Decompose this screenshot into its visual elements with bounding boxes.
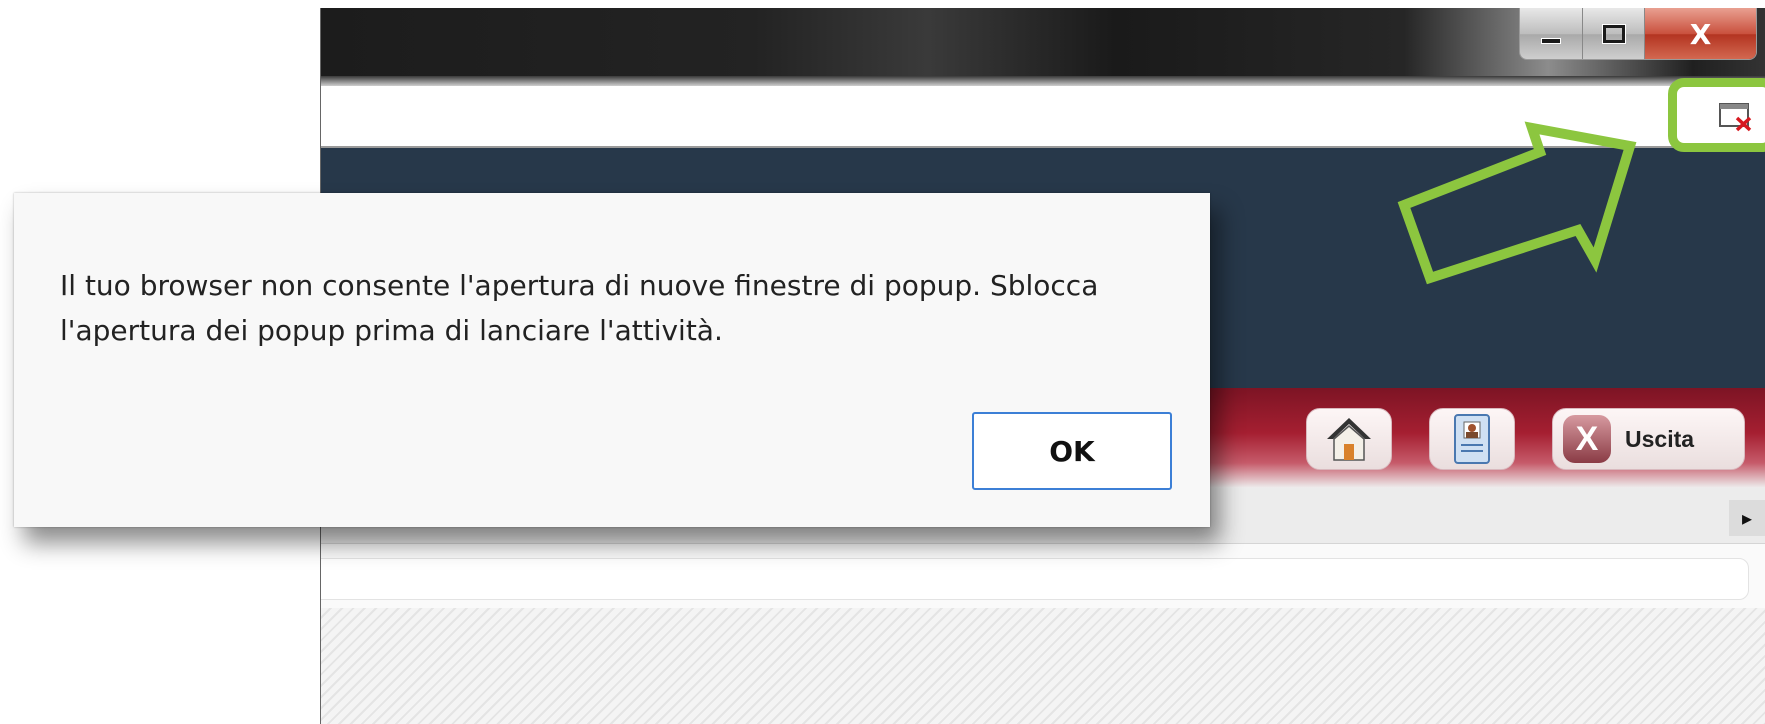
minimize-button[interactable] (1520, 8, 1582, 59)
screenshot-stage: X X Uscita ▸ Il tuo browser non consente… (0, 0, 1765, 724)
maximize-button[interactable] (1582, 8, 1644, 59)
window-titlebar: X (321, 8, 1765, 86)
annotation-highlight-box (1668, 78, 1765, 152)
minimize-icon (1541, 38, 1561, 44)
close-window-button[interactable]: X (1644, 8, 1756, 59)
home-button[interactable] (1306, 408, 1392, 470)
ok-button[interactable]: OK (972, 412, 1172, 490)
alert-dialog: Il tuo browser non consente l'apertura d… (14, 193, 1210, 527)
search-area (321, 544, 1765, 608)
exit-label: Uscita (1625, 425, 1695, 452)
exit-x-icon: X (1563, 415, 1611, 463)
expand-arrow-icon[interactable]: ▸ (1729, 500, 1765, 536)
maximize-icon (1601, 24, 1626, 44)
annotation-arrow-icon (1397, 121, 1637, 285)
search-box[interactable] (321, 558, 1749, 600)
striped-background (321, 608, 1765, 724)
dialog-message: Il tuo browser non consente l'apertura d… (60, 269, 1099, 347)
home-icon (1327, 418, 1371, 461)
profile-button[interactable] (1429, 408, 1515, 470)
exit-button[interactable]: X Uscita (1552, 408, 1745, 470)
window-controls: X (1519, 8, 1757, 60)
close-icon: X (1689, 17, 1712, 51)
profile-card-icon (1454, 414, 1490, 464)
